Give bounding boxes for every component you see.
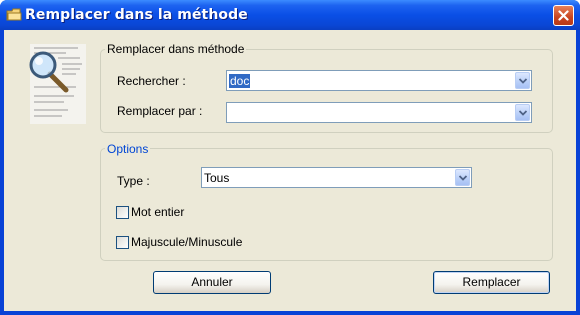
replace-button[interactable]: Remplacer [433,271,550,294]
close-button[interactable] [553,5,574,26]
chevron-down-icon [519,110,527,116]
whole-word-checkbox[interactable] [116,206,129,219]
chevron-down-icon [519,78,527,84]
type-label: Type : [117,174,150,188]
search-label: Rechercher : [117,74,186,88]
replace-input[interactable] [226,102,532,123]
replace-group-legend: Remplacer dans méthode [105,42,247,56]
search-input[interactable]: doc [226,70,532,91]
dialog-body: Remplacer dans méthode Rechercher : doc … [4,30,576,311]
window-title: Remplacer dans la méthode [25,7,248,23]
cancel-button[interactable]: Annuler [153,271,271,294]
search-value: doc [229,74,251,88]
match-case-label[interactable]: Majuscule/Minuscule [131,235,242,249]
folder-icon [6,8,22,22]
whole-word-label[interactable]: Mot entier [131,205,184,219]
type-value: Tous [204,171,230,185]
search-dropdown-button[interactable] [515,72,530,89]
type-select[interactable]: Tous [201,167,472,188]
match-case-checkbox[interactable] [116,236,129,249]
magnifier-document-icon [29,44,86,124]
title-bar[interactable]: Remplacer dans la méthode [0,0,580,30]
type-dropdown-button[interactable] [455,169,470,186]
replace-dropdown-button[interactable] [515,104,530,121]
chevron-down-icon [459,175,467,181]
dialog-window: Remplacer dans la méthode Remplacer dans… [0,0,580,315]
options-group-legend: Options [105,142,151,156]
close-icon [558,10,569,21]
replace-label: Remplacer par : [117,104,203,118]
